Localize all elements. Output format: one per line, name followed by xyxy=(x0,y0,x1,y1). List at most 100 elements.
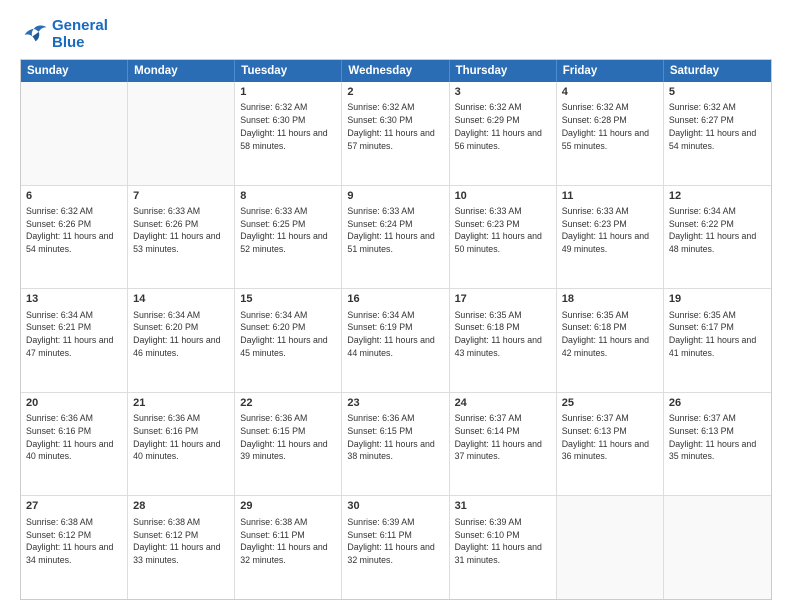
calendar-cell: 23Sunrise: 6:36 AMSunset: 6:15 PMDayligh… xyxy=(342,393,449,496)
sun-info: Sunrise: 6:37 AMSunset: 6:13 PMDaylight:… xyxy=(669,412,766,463)
calendar-cell: 31 Sunrise: 6:39 AMSunset: 6:10 PMDayligh… xyxy=(450,496,557,599)
sun-info: Sunrise: 6:32 AMSunset: 6:30 PMDaylight:… xyxy=(240,101,336,152)
calendar-cell: 28 Sunrise: 6:38 AMSunset: 6:12 PMDayligh… xyxy=(128,496,235,599)
day-number: 29 xyxy=(240,499,336,514)
sun-info: Sunrise: 6:33 AMSunset: 6:24 PMDaylight:… xyxy=(347,205,443,256)
header-day-wednesday: Wednesday xyxy=(342,60,449,82)
calendar-cell: 5Sunrise: 6:32 AMSunset: 6:27 PMDaylight… xyxy=(664,82,771,185)
calendar: SundayMondayTuesdayWednesdayThursdayFrid… xyxy=(20,59,772,600)
day-number: 1 xyxy=(240,85,336,100)
calendar-cell: 9Sunrise: 6:33 AMSunset: 6:24 PMDaylight… xyxy=(342,186,449,289)
calendar-cell: 11Sunrise: 6:33 AMSunset: 6:23 PMDayligh… xyxy=(557,186,664,289)
header-day-tuesday: Tuesday xyxy=(235,60,342,82)
sun-info: Sunrise: 6:32 AMSunset: 6:29 PMDaylight:… xyxy=(455,101,551,152)
sun-info: Sunrise: 6:34 AMSunset: 6:20 PMDaylight:… xyxy=(240,309,336,360)
day-number: 22 xyxy=(240,396,336,411)
day-number: 19 xyxy=(669,292,766,307)
day-number: 15 xyxy=(240,292,336,307)
day-number: 16 xyxy=(347,292,443,307)
day-number: 2 xyxy=(347,85,443,100)
page: General Blue SundayMondayTuesdayWednesda… xyxy=(0,0,792,612)
day-number: 26 xyxy=(669,396,766,411)
day-number: 31 xyxy=(455,499,551,514)
calendar-cell: 15 Sunrise: 6:34 AMSunset: 6:20 PMDayligh… xyxy=(235,289,342,392)
sun-info: Sunrise: 6:35 AMSunset: 6:18 PMDaylight:… xyxy=(455,309,551,360)
calendar-cell: 30 Sunrise: 6:39 AMSunset: 6:11 PMDayligh… xyxy=(342,496,449,599)
header-day-friday: Friday xyxy=(557,60,664,82)
calendar-cell: 3Sunrise: 6:32 AMSunset: 6:29 PMDaylight… xyxy=(450,82,557,185)
day-number: 28 xyxy=(133,499,229,514)
day-number: 27 xyxy=(26,499,122,514)
calendar-cell: 21Sunrise: 6:36 AMSunset: 6:16 PMDayligh… xyxy=(128,393,235,496)
sun-info: Sunrise: 6:35 AMSunset: 6:18 PMDaylight:… xyxy=(562,309,658,360)
sun-info: Sunrise: 6:33 AMSunset: 6:23 PMDaylight:… xyxy=(455,205,551,256)
calendar-body: 1Sunrise: 6:32 AMSunset: 6:30 PMDaylight… xyxy=(21,82,771,599)
calendar-cell: 20Sunrise: 6:36 AMSunset: 6:16 PMDayligh… xyxy=(21,393,128,496)
calendar-cell: 24Sunrise: 6:37 AMSunset: 6:14 PMDayligh… xyxy=(450,393,557,496)
logo-icon xyxy=(20,24,48,46)
sun-info: Sunrise: 6:38 AMSunset: 6:11 PMDaylight:… xyxy=(240,516,336,567)
calendar-cell: 4Sunrise: 6:32 AMSunset: 6:28 PMDaylight… xyxy=(557,82,664,185)
sun-info: Sunrise: 6:36 AMSunset: 6:16 PMDaylight:… xyxy=(26,412,122,463)
sun-info: Sunrise: 6:33 AMSunset: 6:25 PMDaylight:… xyxy=(240,205,336,256)
header-day-sunday: Sunday xyxy=(21,60,128,82)
calendar-cell: 10Sunrise: 6:33 AMSunset: 6:23 PMDayligh… xyxy=(450,186,557,289)
calendar-row-2: 13 Sunrise: 6:34 AMSunset: 6:21 PMDayligh… xyxy=(21,288,771,392)
calendar-cell: 18Sunrise: 6:35 AMSunset: 6:18 PMDayligh… xyxy=(557,289,664,392)
day-number: 3 xyxy=(455,85,551,100)
sun-info: Sunrise: 6:36 AMSunset: 6:15 PMDaylight:… xyxy=(347,412,443,463)
calendar-cell: 19Sunrise: 6:35 AMSunset: 6:17 PMDayligh… xyxy=(664,289,771,392)
calendar-header: SundayMondayTuesdayWednesdayThursdayFrid… xyxy=(21,60,771,82)
logo-text: General Blue xyxy=(52,18,108,51)
day-number: 13 xyxy=(26,292,122,307)
calendar-cell: 13 Sunrise: 6:34 AMSunset: 6:21 PMDayligh… xyxy=(21,289,128,392)
sun-info: Sunrise: 6:37 AMSunset: 6:14 PMDaylight:… xyxy=(455,412,551,463)
day-number: 7 xyxy=(133,189,229,204)
calendar-cell: 12Sunrise: 6:34 AMSunset: 6:22 PMDayligh… xyxy=(664,186,771,289)
sun-info: Sunrise: 6:32 AMSunset: 6:27 PMDaylight:… xyxy=(669,101,766,152)
sun-info: Sunrise: 6:39 AMSunset: 6:11 PMDaylight:… xyxy=(347,516,443,567)
calendar-cell: 27Sunrise: 6:38 AMSunset: 6:12 PMDayligh… xyxy=(21,496,128,599)
calendar-cell: 7Sunrise: 6:33 AMSunset: 6:26 PMDaylight… xyxy=(128,186,235,289)
sun-info: Sunrise: 6:32 AMSunset: 6:26 PMDaylight:… xyxy=(26,205,122,256)
sun-info: Sunrise: 6:34 AMSunset: 6:22 PMDaylight:… xyxy=(669,205,766,256)
day-number: 21 xyxy=(133,396,229,411)
calendar-cell: 8Sunrise: 6:33 AMSunset: 6:25 PMDaylight… xyxy=(235,186,342,289)
logo: General Blue xyxy=(20,18,108,51)
calendar-cell xyxy=(128,82,235,185)
header: General Blue xyxy=(20,18,772,51)
day-number: 17 xyxy=(455,292,551,307)
header-day-thursday: Thursday xyxy=(450,60,557,82)
calendar-cell xyxy=(21,82,128,185)
calendar-cell: 25Sunrise: 6:37 AMSunset: 6:13 PMDayligh… xyxy=(557,393,664,496)
day-number: 9 xyxy=(347,189,443,204)
sun-info: Sunrise: 6:33 AMSunset: 6:23 PMDaylight:… xyxy=(562,205,658,256)
sun-info: Sunrise: 6:36 AMSunset: 6:15 PMDaylight:… xyxy=(240,412,336,463)
sun-info: Sunrise: 6:38 AMSunset: 6:12 PMDaylight:… xyxy=(133,516,229,567)
calendar-cell: 22Sunrise: 6:36 AMSunset: 6:15 PMDayligh… xyxy=(235,393,342,496)
day-number: 5 xyxy=(669,85,766,100)
calendar-cell: 29 Sunrise: 6:38 AMSunset: 6:11 PMDayligh… xyxy=(235,496,342,599)
day-number: 8 xyxy=(240,189,336,204)
day-number: 30 xyxy=(347,499,443,514)
day-number: 23 xyxy=(347,396,443,411)
sun-info: Sunrise: 6:34 AMSunset: 6:20 PMDaylight:… xyxy=(133,309,229,360)
day-number: 6 xyxy=(26,189,122,204)
day-number: 25 xyxy=(562,396,658,411)
calendar-row-1: 6Sunrise: 6:32 AMSunset: 6:26 PMDaylight… xyxy=(21,185,771,289)
day-number: 12 xyxy=(669,189,766,204)
sun-info: Sunrise: 6:36 AMSunset: 6:16 PMDaylight:… xyxy=(133,412,229,463)
sun-info: Sunrise: 6:34 AMSunset: 6:19 PMDaylight:… xyxy=(347,309,443,360)
calendar-cell: 16 Sunrise: 6:34 AMSunset: 6:19 PMDayligh… xyxy=(342,289,449,392)
day-number: 24 xyxy=(455,396,551,411)
day-number: 14 xyxy=(133,292,229,307)
day-number: 4 xyxy=(562,85,658,100)
calendar-cell: 1Sunrise: 6:32 AMSunset: 6:30 PMDaylight… xyxy=(235,82,342,185)
calendar-cell xyxy=(557,496,664,599)
sun-info: Sunrise: 6:39 AMSunset: 6:10 PMDaylight:… xyxy=(455,516,551,567)
sun-info: Sunrise: 6:34 AMSunset: 6:21 PMDaylight:… xyxy=(26,309,122,360)
header-day-monday: Monday xyxy=(128,60,235,82)
calendar-row-4: 27 Sunrise: 6:38 AMSunset: 6:12 PMDayligh… xyxy=(21,495,771,599)
sun-info: Sunrise: 6:32 AMSunset: 6:28 PMDaylight:… xyxy=(562,101,658,152)
calendar-cell: 2Sunrise: 6:32 AMSunset: 6:30 PMDaylight… xyxy=(342,82,449,185)
